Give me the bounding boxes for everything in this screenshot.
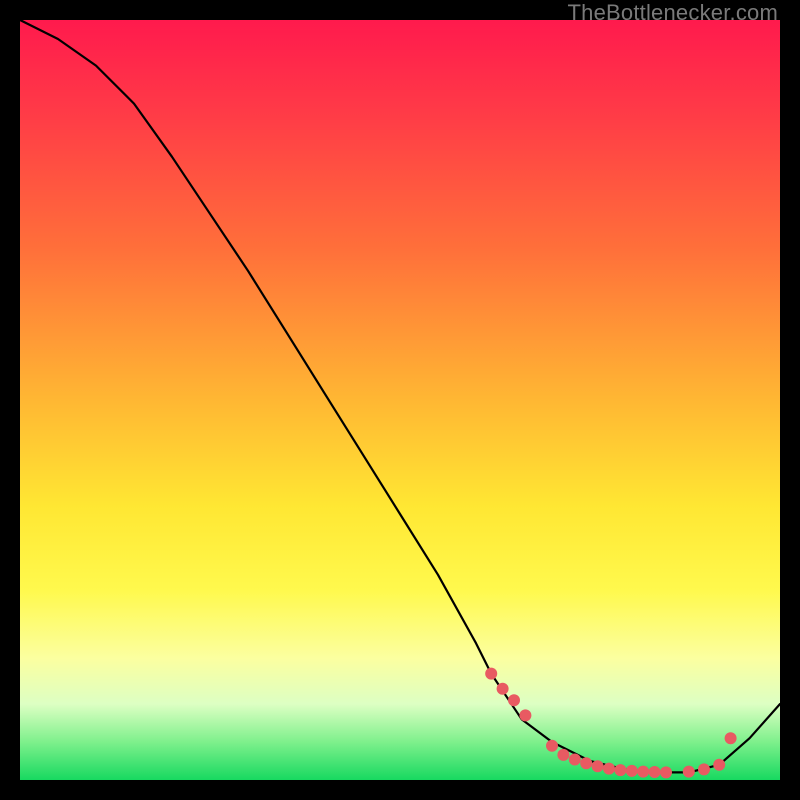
chart-svg <box>20 20 780 780</box>
highlight-dot <box>485 668 497 680</box>
highlight-dot <box>569 754 581 766</box>
highlight-dot <box>497 683 509 695</box>
highlight-dot <box>637 766 649 778</box>
highlight-dot <box>519 709 531 721</box>
curve-line <box>20 20 780 772</box>
highlight-dots <box>485 668 736 779</box>
highlight-dot <box>713 759 725 771</box>
highlight-dot <box>614 764 626 776</box>
highlight-dot <box>603 763 615 775</box>
highlight-dot <box>546 740 558 752</box>
highlight-dot <box>725 732 737 744</box>
chart-frame: TheBottlenecker.com <box>0 0 800 800</box>
highlight-dot <box>626 765 638 777</box>
highlight-dot <box>508 694 520 706</box>
highlight-dot <box>580 757 592 769</box>
highlight-dot <box>592 760 604 772</box>
highlight-dot <box>649 766 661 778</box>
highlight-dot <box>683 766 695 778</box>
highlight-dot <box>557 749 569 761</box>
plot-area <box>20 20 780 780</box>
highlight-dot <box>698 763 710 775</box>
highlight-dot <box>660 766 672 778</box>
